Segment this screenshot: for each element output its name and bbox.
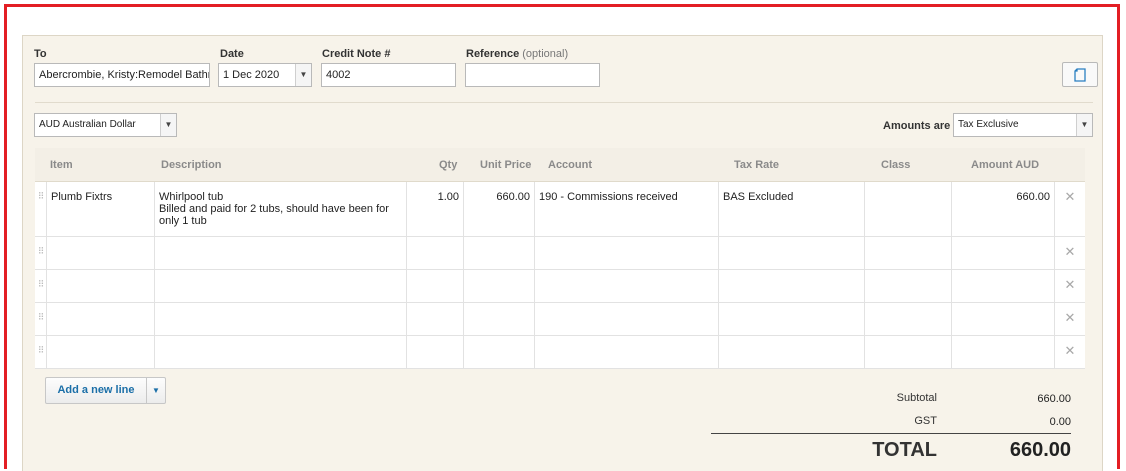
reference-label-text: Reference	[466, 48, 520, 60]
table-header: Item Description Qty Unit Price Account …	[35, 148, 1085, 182]
column-header-unit-price: Unit Price	[480, 159, 532, 171]
item-cell[interactable]	[47, 270, 155, 302]
qty-cell[interactable]	[407, 303, 464, 335]
tax-rate-cell[interactable]: BAS Excluded	[719, 182, 865, 236]
description-cell[interactable]: Whirlpool tub Billed and paid for 2 tubs…	[155, 182, 407, 236]
close-icon[interactable]: ✕	[1055, 303, 1085, 335]
item-cell[interactable]	[47, 303, 155, 335]
currency-value: AUD Australian Dollar	[39, 119, 136, 130]
gst-label: GST	[914, 415, 937, 427]
credit-note-number-label: Credit Note #	[322, 48, 391, 60]
qty-cell[interactable]	[407, 237, 464, 269]
qty-cell[interactable]	[407, 336, 464, 368]
amount-cell[interactable]	[952, 336, 1055, 368]
table-row: ⠿ Plumb Fixtrs Whirlpool tub Billed and …	[35, 182, 1085, 237]
drag-handle-icon[interactable]: ⠿	[35, 237, 47, 269]
description-cell[interactable]	[155, 270, 407, 302]
unit-price-cell[interactable]	[464, 237, 535, 269]
drag-handle-icon[interactable]: ⠿	[35, 336, 47, 368]
amounts-are-select[interactable]: Tax Exclusive ▼	[953, 113, 1093, 137]
date-label: Date	[220, 48, 244, 60]
account-cell[interactable]: 190 - Commissions received	[535, 182, 719, 236]
qty-cell[interactable]: 1.00	[407, 182, 464, 236]
reference-optional-hint: (optional)	[522, 48, 569, 60]
column-header-qty: Qty	[439, 159, 458, 171]
class-cell[interactable]	[865, 270, 952, 302]
reference-input[interactable]	[465, 63, 600, 87]
date-input[interactable]: 1 Dec 2020 ▼	[218, 63, 312, 87]
chevron-down-icon[interactable]: ▼	[295, 64, 311, 86]
description-cell[interactable]	[155, 237, 407, 269]
credit-note-form: To Abercrombie, Kristy:Remodel Bathroom …	[22, 35, 1103, 471]
table-row: ⠿ ✕	[35, 303, 1085, 336]
amounts-are-label: Amounts are	[883, 120, 951, 132]
chevron-down-icon[interactable]: ▼	[1076, 114, 1092, 136]
tax-rate-cell[interactable]	[719, 336, 865, 368]
unit-price-cell[interactable]	[464, 303, 535, 335]
description-cell[interactable]	[155, 336, 407, 368]
reference-label: Reference (optional)	[466, 48, 568, 60]
subtotal-value: 660.00	[1037, 393, 1071, 405]
drag-handle-icon[interactable]: ⠿	[35, 182, 47, 236]
drag-handle-icon[interactable]: ⠿	[35, 270, 47, 302]
tax-rate-cell[interactable]	[719, 303, 865, 335]
class-cell[interactable]	[865, 336, 952, 368]
credit-note-number-input[interactable]: 4002	[321, 63, 456, 87]
total-value: 660.00	[1009, 439, 1071, 461]
currency-select[interactable]: AUD Australian Dollar ▼	[34, 113, 177, 137]
table-row: ⠿ ✕	[35, 336, 1085, 369]
account-cell[interactable]	[535, 237, 719, 269]
amount-cell[interactable]	[952, 303, 1055, 335]
date-value: 1 Dec 2020	[223, 69, 280, 81]
gst-value: 0.00	[1049, 416, 1071, 428]
table-row: ⠿ ✕	[35, 270, 1085, 303]
tax-rate-cell[interactable]	[719, 237, 865, 269]
close-icon[interactable]: ✕	[1055, 336, 1085, 368]
column-header-class: Class	[881, 159, 911, 171]
description-cell[interactable]	[155, 303, 407, 335]
column-header-description: Description	[161, 159, 222, 171]
column-header-item: Item	[50, 159, 73, 171]
total-label: TOTAL	[872, 439, 937, 461]
unit-price-cell[interactable]	[464, 270, 535, 302]
table-row: ⠿ ✕	[35, 237, 1085, 270]
header-divider	[35, 102, 1093, 103]
chevron-down-icon[interactable]: ▼	[146, 378, 165, 403]
add-new-line-button[interactable]: Add a new line ▼	[45, 377, 166, 404]
item-cell[interactable]	[47, 336, 155, 368]
account-cell[interactable]	[535, 270, 719, 302]
amount-cell[interactable]: 660.00	[952, 182, 1055, 236]
column-header-account: Account	[548, 159, 592, 171]
item-cell[interactable]: Plumb Fixtrs	[47, 182, 155, 236]
column-header-tax-rate: Tax Rate	[734, 159, 780, 171]
account-cell[interactable]	[535, 303, 719, 335]
to-label: To	[34, 48, 47, 60]
copy-button[interactable]	[1062, 62, 1098, 87]
close-icon[interactable]: ✕	[1055, 182, 1085, 236]
amounts-are-value: Tax Exclusive	[958, 119, 1019, 130]
amount-cell[interactable]	[952, 237, 1055, 269]
tax-rate-cell[interactable]	[719, 270, 865, 302]
drag-handle-icon[interactable]: ⠿	[35, 303, 47, 335]
totals-divider	[711, 433, 1071, 434]
add-new-line-label: Add a new line	[57, 384, 135, 396]
class-cell[interactable]	[865, 237, 952, 269]
qty-cell[interactable]	[407, 270, 464, 302]
amount-cell[interactable]	[952, 270, 1055, 302]
unit-price-cell[interactable]	[464, 336, 535, 368]
close-icon[interactable]: ✕	[1055, 237, 1085, 269]
class-cell[interactable]	[865, 182, 952, 236]
close-icon[interactable]: ✕	[1055, 270, 1085, 302]
account-cell[interactable]	[535, 336, 719, 368]
subtotal-label: Subtotal	[896, 392, 937, 404]
class-cell[interactable]	[865, 303, 952, 335]
copy-icon	[1074, 67, 1086, 82]
chevron-down-icon[interactable]: ▼	[160, 114, 176, 136]
unit-price-cell[interactable]: 660.00	[464, 182, 535, 236]
column-header-amount: Amount AUD	[971, 159, 1040, 171]
item-cell[interactable]	[47, 237, 155, 269]
to-input[interactable]: Abercrombie, Kristy:Remodel Bathroom	[34, 63, 210, 87]
